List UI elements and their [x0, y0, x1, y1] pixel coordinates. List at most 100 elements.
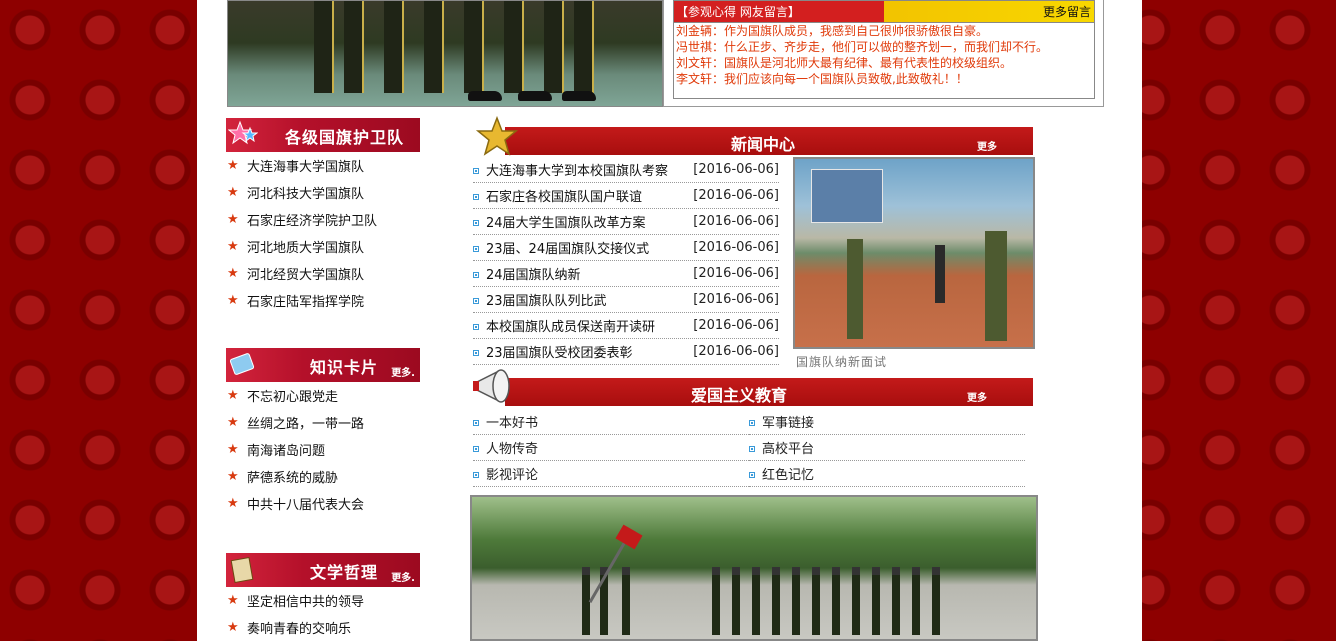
news-item-title[interactable]: 本校国旗队成员保送南开读研: [486, 316, 691, 335]
guestbook-more-link[interactable]: 更多留言: [1043, 3, 1094, 20]
news-item-title[interactable]: 24届大学生国旗队改革方案: [486, 212, 691, 231]
education-link-label[interactable]: 红色记忆: [762, 464, 814, 483]
education-more-link[interactable]: 更多: [967, 389, 987, 404]
news-item[interactable]: 24届国旗队纳新 [2016-06-06]: [473, 261, 779, 287]
education-link[interactable]: 高校平台: [749, 435, 1025, 461]
soldier-leg: [314, 1, 334, 93]
guards-list: ★ 大连海事大学国旗队 ★ 河北科技大学国旗队 ★ 石家庄经济学院护卫队 ★ 河北地质大…: [226, 152, 377, 314]
list-item[interactable]: ★ 河北经贸大学国旗队: [226, 260, 377, 287]
bullet-icon: [749, 419, 755, 426]
list-item[interactable]: ★ 坚定相信中共的领导: [226, 587, 364, 614]
news-item[interactable]: 23届、24届国旗队交接仪式 [2016-06-06]: [473, 235, 779, 261]
list-item[interactable]: ★ 中共十八届代表大会: [226, 490, 364, 517]
list-item[interactable]: ★ 河北地质大学国旗队: [226, 233, 377, 260]
news-item[interactable]: 石家庄各校国旗队国户联谊 [2016-06-06]: [473, 183, 779, 209]
list-item-label[interactable]: 河北经贸大学国旗队: [247, 264, 364, 283]
education-row: 一本好书 军事链接: [473, 409, 1025, 435]
guestbook-title: 【参观心得 网友留言】: [676, 5, 800, 19]
news-item[interactable]: 大连海事大学到本校国旗队考察 [2016-06-06]: [473, 157, 779, 183]
education-link-label[interactable]: 影视评论: [486, 464, 538, 483]
list-item[interactable]: ★ 奏响青春的交响乐: [226, 614, 364, 641]
list-item-label[interactable]: 河北地质大学国旗队: [247, 237, 364, 256]
soldier-shape: [812, 567, 820, 635]
list-item[interactable]: ★ 不忘初心跟党走: [226, 382, 364, 409]
march-photo[interactable]: [470, 495, 1038, 641]
bullet-icon: [473, 167, 479, 174]
list-item-label[interactable]: 大连海事大学国旗队: [247, 156, 364, 175]
list-item-label[interactable]: 奏响青春的交响乐: [247, 618, 351, 637]
news-item-title[interactable]: 24届国旗队纳新: [486, 264, 691, 283]
education-link-label[interactable]: 人物传奇: [486, 438, 538, 457]
bullet-icon: [473, 271, 479, 278]
list-item-label[interactable]: 萨德系统的威胁: [247, 467, 338, 486]
news-item[interactable]: 23届国旗队受校团委表彰 [2016-06-06]: [473, 339, 779, 365]
guestbook-header: 【参观心得 网友留言】 更多留言: [674, 1, 1094, 23]
list-item-label[interactable]: 不忘初心跟党走: [247, 386, 338, 405]
education-link[interactable]: 军事链接: [749, 409, 1025, 435]
bullet-icon: [473, 297, 479, 304]
guestbook-message: 刘文轩：国旗队是河北师大最有纪律、最有代表性的校级组织。: [676, 56, 1013, 70]
star-icon: ★: [227, 239, 239, 254]
list-item-label[interactable]: 坚定相信中共的领导: [247, 591, 364, 610]
star-deco-icon: [228, 120, 258, 145]
news-more-link[interactable]: 更多: [977, 138, 997, 153]
star-icon: ★: [227, 158, 239, 173]
list-item[interactable]: ★ 萨德系统的威胁: [226, 463, 364, 490]
list-item[interactable]: ★ 石家庄经济学院护卫队: [226, 206, 377, 233]
education-header: 爱国主义教育 更多: [505, 378, 1033, 406]
bullet-icon: [473, 445, 479, 452]
education-link-label[interactable]: 高校平台: [762, 438, 814, 457]
list-item[interactable]: ★ 河北科技大学国旗队: [226, 179, 377, 206]
gold-star-icon: [475, 116, 519, 156]
soldier-shape: [932, 567, 940, 635]
education-link-label[interactable]: 一本好书: [486, 412, 538, 431]
knowledge-banner: 知识卡片 更多.: [226, 348, 420, 382]
news-photo[interactable]: [793, 157, 1035, 349]
soldier-shape: [622, 567, 630, 635]
news-item-date: [2016-06-06]: [693, 214, 779, 229]
news-item[interactable]: 本校国旗队成员保送南开读研 [2016-06-06]: [473, 313, 779, 339]
soldier-shape: [872, 567, 880, 635]
news-item-title[interactable]: 23届、24届国旗队交接仪式: [486, 238, 691, 257]
philosophy-more-link[interactable]: 更多.: [391, 569, 415, 584]
education-link[interactable]: 影视评论: [473, 461, 749, 487]
news-item[interactable]: 24届大学生国旗队改革方案 [2016-06-06]: [473, 209, 779, 235]
bullet-icon: [473, 471, 479, 478]
list-item-label[interactable]: 河北科技大学国旗队: [247, 183, 364, 202]
star-icon: ★: [227, 415, 239, 430]
list-item-label[interactable]: 中共十八届代表大会: [247, 494, 364, 513]
list-item-label[interactable]: 丝绸之路，一带一路: [247, 413, 364, 432]
list-item-label[interactable]: 石家庄经济学院护卫队: [247, 210, 377, 229]
news-item-date: [2016-06-06]: [693, 318, 779, 333]
list-item-label[interactable]: 南海诸岛问题: [247, 440, 325, 459]
education-link[interactable]: 红色记忆: [749, 461, 1025, 487]
bullet-icon: [473, 349, 479, 356]
list-item-label[interactable]: 石家庄陆军指挥学院: [247, 291, 364, 310]
news-item-title[interactable]: 23届国旗队队列比武: [486, 290, 691, 309]
news-item-title[interactable]: 石家庄各校国旗队国户联谊: [486, 186, 691, 205]
soldier-leg: [504, 1, 524, 93]
education-grid: 一本好书 军事链接 人物传奇 高校平台 影视评论 红色记忆: [473, 409, 1025, 487]
soldier-shape: [852, 567, 860, 635]
soldier-shape: [752, 567, 760, 635]
news-item-title[interactable]: 大连海事大学到本校国旗队考察: [486, 160, 691, 179]
soldier-shape: [792, 567, 800, 635]
news-item-title[interactable]: 23届国旗队受校团委表彰: [486, 342, 691, 361]
soldier-leg: [574, 1, 594, 93]
news-item[interactable]: 23届国旗队队列比武 [2016-06-06]: [473, 287, 779, 313]
list-item[interactable]: ★ 大连海事大学国旗队: [226, 152, 377, 179]
list-item[interactable]: ★ 石家庄陆军指挥学院: [226, 287, 377, 314]
list-item[interactable]: ★ 南海诸岛问题: [226, 436, 364, 463]
knowledge-more-link[interactable]: 更多.: [391, 364, 415, 379]
news-photo-caption: 国旗队纳新面试: [796, 355, 888, 369]
education-title: 爱国主义教育: [691, 386, 788, 405]
education-link[interactable]: 一本好书: [473, 409, 749, 435]
philosophy-banner: 文学哲理 更多.: [226, 553, 420, 587]
philosophy-title: 文学哲理: [309, 563, 378, 582]
news-item-date: [2016-06-06]: [693, 292, 779, 307]
education-link[interactable]: 人物传奇: [473, 435, 749, 461]
philosophy-list: ★ 坚定相信中共的领导 ★ 奏响青春的交响乐: [226, 587, 364, 641]
soldier-leg: [384, 1, 404, 93]
list-item[interactable]: ★ 丝绸之路，一带一路: [226, 409, 364, 436]
education-link-label[interactable]: 军事链接: [762, 412, 814, 431]
